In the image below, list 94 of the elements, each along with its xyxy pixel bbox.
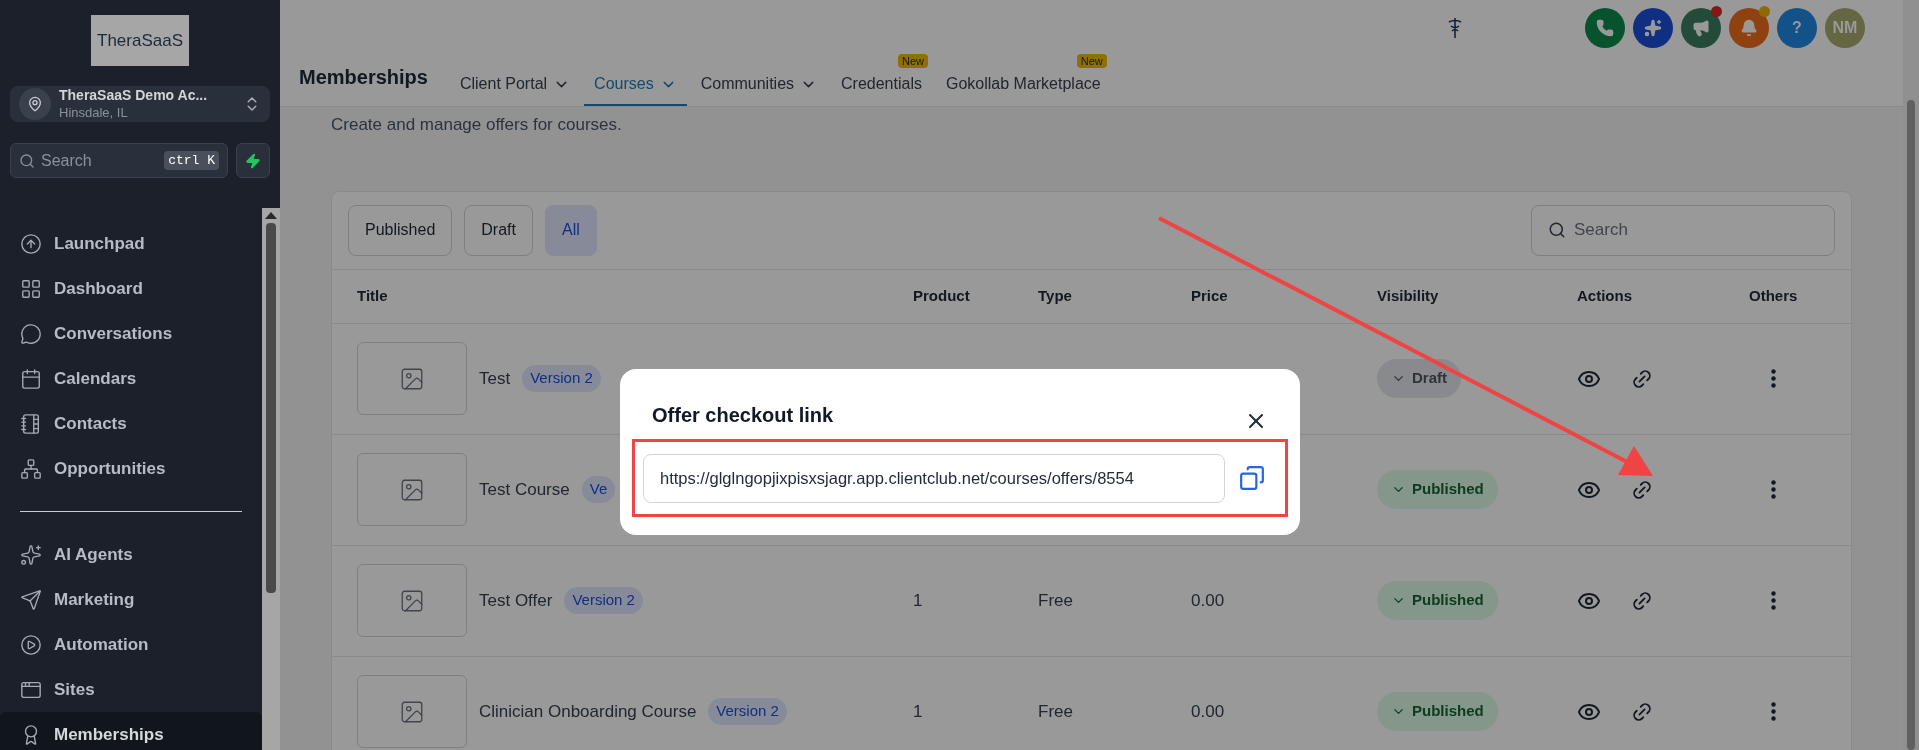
- sidebar-item[interactable]: AI Agents: [0, 532, 262, 577]
- more-options-button[interactable]: [1771, 702, 1776, 721]
- sidebar-item[interactable]: Opportunities: [0, 446, 262, 491]
- network-icon: [20, 457, 42, 480]
- announcements-button[interactable]: [1681, 7, 1721, 48]
- sidebar-item[interactable]: Dashboard: [0, 266, 262, 311]
- column-header: Actions: [1577, 286, 1632, 304]
- offer-price: 0.00: [1191, 701, 1225, 721]
- column-header: Visibility: [1377, 286, 1439, 304]
- sidebar-item[interactable]: Memberships: [0, 712, 262, 750]
- offer-type: Free: [1038, 701, 1073, 721]
- sparkle-icon: [1644, 18, 1662, 37]
- url-field[interactable]: https://glglngopjixpisxsjagr.app.clientclub.net/courses/offers/8554: [643, 453, 1225, 503]
- new-badge: New: [1076, 54, 1107, 68]
- search-icon: [1548, 221, 1566, 239]
- sidebar-item[interactable]: Automation: [0, 622, 262, 667]
- launchpad-icon: [20, 232, 42, 255]
- more-icon: [1771, 591, 1776, 610]
- dialog-title: Offer checkout link: [652, 403, 834, 428]
- version-badge: Ve: [581, 476, 616, 503]
- account-switcher[interactable]: TheraSaaS Demo Ac... Hinsdale, IL: [10, 86, 270, 122]
- notifications-button[interactable]: [1729, 7, 1769, 48]
- copy-icon: [1239, 465, 1265, 491]
- paper-plane-icon: [20, 588, 42, 611]
- version-badge: Version 2: [708, 698, 787, 725]
- more-options-button[interactable]: [1771, 591, 1776, 610]
- copy-link-button[interactable]: [1631, 589, 1653, 612]
- sidebar-item[interactable]: Calendars: [0, 356, 262, 401]
- notebook-icon: [20, 412, 42, 435]
- offer-price: 0.00: [1191, 590, 1225, 610]
- course-title: Test: [479, 367, 511, 390]
- column-header: Type: [1038, 286, 1072, 304]
- version-badge: Version 2: [564, 587, 643, 614]
- product-count: 1: [913, 590, 923, 610]
- offer-type: Free: [1038, 590, 1073, 610]
- filter-button[interactable]: All: [544, 204, 597, 256]
- search-input[interactable]: Search: [1574, 217, 1818, 243]
- more-icon: [1771, 480, 1776, 499]
- filter-button[interactable]: Draft: [464, 204, 533, 256]
- sidebar-item[interactable]: Marketing: [0, 577, 262, 622]
- calendar-icon: [20, 367, 42, 390]
- nav-tab[interactable]: Communities: [690, 64, 828, 106]
- product-count: 1: [913, 701, 923, 721]
- more-icon: [1771, 369, 1776, 388]
- grid-icon: [20, 277, 42, 300]
- column-header: Price: [1191, 286, 1228, 304]
- page-title: Memberships: [299, 65, 428, 90]
- course-title: Clinician Onboarding Course: [479, 700, 697, 723]
- keyboard-shortcut: ctrl K: [164, 150, 219, 171]
- sidebar-item[interactable]: Contacts: [0, 401, 262, 446]
- column-header: Title: [357, 286, 388, 304]
- search-field[interactable]: Search: [1531, 204, 1835, 256]
- visibility-dropdown[interactable]: Draft: [1377, 359, 1461, 398]
- megaphone-icon: [1692, 18, 1710, 37]
- visibility-dropdown[interactable]: Published: [1377, 470, 1498, 509]
- column-header: Product: [913, 286, 970, 304]
- course-title: Test Course: [479, 478, 570, 501]
- more-options-button[interactable]: [1771, 480, 1776, 499]
- search-icon: [19, 152, 35, 169]
- copy-link-button[interactable]: [1631, 700, 1653, 723]
- copy-button[interactable]: [1239, 465, 1265, 491]
- sidebar-item[interactable]: Sites: [0, 667, 262, 712]
- logo: TheraSaaS: [91, 15, 189, 66]
- ai-assistant-button[interactable]: [1633, 7, 1673, 48]
- account-name: TheraSaaS Demo Ac...: [59, 86, 209, 104]
- more-icon: [1771, 702, 1776, 721]
- sidebar-item[interactable]: Launchpad: [0, 221, 262, 266]
- more-options-button[interactable]: [1771, 369, 1776, 388]
- scrollbar[interactable]: [1903, 0, 1919, 750]
- version-badge: Version 2: [522, 365, 601, 392]
- call-button[interactable]: [1585, 7, 1625, 48]
- column-header: Others: [1749, 286, 1798, 304]
- sidebar-item[interactable]: Conversations: [0, 311, 262, 356]
- account-location: Hinsdale, IL: [59, 104, 129, 122]
- scrollbar[interactable]: [262, 208, 280, 750]
- search-field[interactable]: Search ctrl K: [10, 143, 228, 178]
- copy-link-button[interactable]: [1631, 367, 1653, 390]
- phone-icon: [1596, 18, 1614, 37]
- play-circle-icon: [20, 633, 42, 656]
- copy-link-button[interactable]: [1631, 478, 1653, 501]
- chat-bubble-icon: [20, 322, 42, 345]
- location-pin-icon: [27, 96, 43, 112]
- course-title: Test Offer: [479, 589, 553, 612]
- sparkle-icon: [20, 543, 42, 566]
- visibility-dropdown[interactable]: Published: [1377, 692, 1498, 731]
- nav-tab[interactable]: Client Portal: [449, 64, 581, 106]
- filter-button[interactable]: Published: [348, 204, 453, 256]
- new-badge: New: [897, 54, 928, 68]
- lightning-icon: [245, 152, 261, 169]
- bell-icon: [1740, 18, 1758, 37]
- quick-action-button[interactable]: [236, 143, 270, 178]
- search-input[interactable]: Search: [41, 148, 159, 173]
- visibility-dropdown[interactable]: Published: [1377, 581, 1498, 620]
- page-subtitle: Create and manage offers for courses.: [331, 114, 623, 136]
